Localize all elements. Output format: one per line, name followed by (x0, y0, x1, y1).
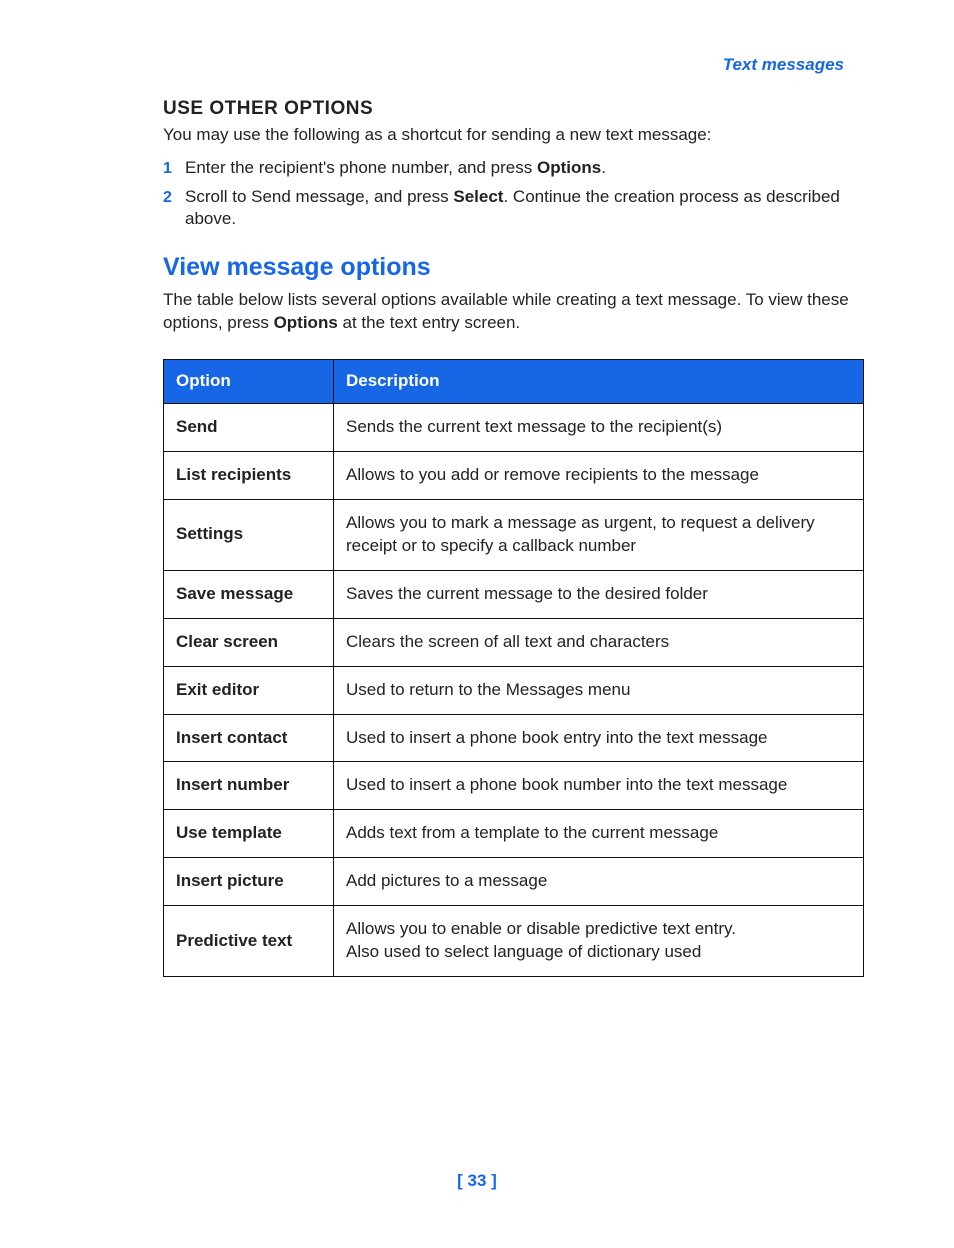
option-cell: Exit editor (164, 666, 334, 714)
page-number: [ 33 ] (0, 1170, 954, 1193)
table-row: Use template Adds text from a template t… (164, 810, 864, 858)
option-cell: Insert contact (164, 714, 334, 762)
view-message-options-desc: The table below lists several options av… (163, 289, 863, 335)
description-cell: Used to insert a phone book entry into t… (334, 714, 864, 762)
description-cell: Allows you to mark a message as urgent, … (334, 499, 864, 570)
desc-text: at the text entry screen. (338, 313, 520, 332)
description-cell: Clears the screen of all text and charac… (334, 618, 864, 666)
description-cell: Allows to you add or remove recipients t… (334, 451, 864, 499)
table-row: Settings Allows you to mark a message as… (164, 499, 864, 570)
step-bold: Select (453, 187, 503, 206)
content: USE OTHER OPTIONS You may use the follow… (163, 96, 863, 977)
step-text: Enter the recipient's phone number, and … (185, 158, 537, 177)
steps-list: Enter the recipient's phone number, and … (163, 157, 863, 232)
list-item: Enter the recipient's phone number, and … (163, 157, 863, 180)
option-cell: Send (164, 403, 334, 451)
option-cell: Clear screen (164, 618, 334, 666)
step-bold: Options (537, 158, 601, 177)
use-other-options-intro: You may use the following as a shortcut … (163, 124, 863, 147)
step-text: . (601, 158, 606, 177)
description-cell: Saves the current message to the desired… (334, 570, 864, 618)
table-row: Clear screen Clears the screen of all te… (164, 618, 864, 666)
table-header-option: Option (164, 360, 334, 404)
description-cell: Adds text from a template to the current… (334, 810, 864, 858)
table-header-row: Option Description (164, 360, 864, 404)
description-cell: Used to return to the Messages menu (334, 666, 864, 714)
table-row: List recipients Allows to you add or rem… (164, 451, 864, 499)
option-cell: Predictive text (164, 906, 334, 977)
table-row: Send Sends the current text message to t… (164, 403, 864, 451)
description-cell: Allows you to enable or disable predicti… (334, 906, 864, 977)
description-cell: Add pictures to a message (334, 858, 864, 906)
description-cell: Used to insert a phone book number into … (334, 762, 864, 810)
option-cell: List recipients (164, 451, 334, 499)
use-other-options-title: USE OTHER OPTIONS (163, 96, 863, 122)
table-row: Insert contact Used to insert a phone bo… (164, 714, 864, 762)
table-row: Exit editor Used to return to the Messag… (164, 666, 864, 714)
header-section-link[interactable]: Text messages (723, 54, 844, 77)
table-row: Predictive text Allows you to enable or … (164, 906, 864, 977)
desc-bold: Options (274, 313, 338, 332)
table-row: Insert number Used to insert a phone boo… (164, 762, 864, 810)
options-table: Option Description Send Sends the curren… (163, 359, 864, 977)
list-item: Scroll to Send message, and press Select… (163, 186, 863, 232)
table-header-description: Description (334, 360, 864, 404)
option-cell: Settings (164, 499, 334, 570)
option-cell: Use template (164, 810, 334, 858)
table-row: Insert picture Add pictures to a message (164, 858, 864, 906)
option-cell: Insert number (164, 762, 334, 810)
table-row: Save message Saves the current message t… (164, 570, 864, 618)
step-text: Scroll to Send message, and press (185, 187, 453, 206)
option-cell: Insert picture (164, 858, 334, 906)
description-cell: Sends the current text message to the re… (334, 403, 864, 451)
view-message-options-title: View message options (163, 251, 863, 285)
option-cell: Save message (164, 570, 334, 618)
